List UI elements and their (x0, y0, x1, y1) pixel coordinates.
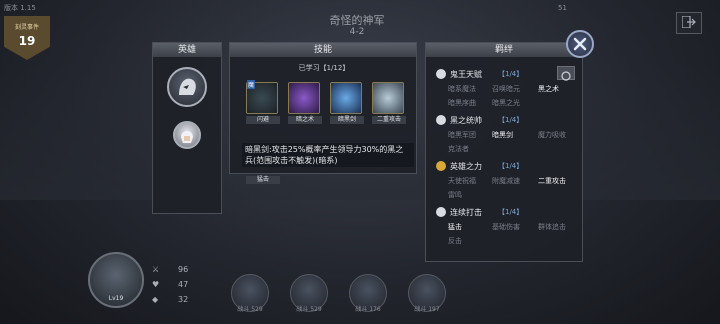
exit-icon (682, 16, 696, 28)
bond-trait: 暗黑之光 (492, 99, 520, 107)
skill-slot-double-attack[interactable]: 二重攻击 (372, 82, 406, 124)
skill-tag: 魔 (247, 80, 256, 89)
team-power: 战斗 529 (237, 306, 263, 313)
bond-trait: 暗黑军团 (448, 131, 476, 139)
bond-icon (436, 69, 446, 79)
team-power: 战斗 529 (296, 306, 322, 313)
bond-icon (436, 115, 446, 125)
dark-knight-portrait (179, 78, 196, 95)
close-button[interactable] (566, 30, 594, 58)
bond-trait: 魔力吸收 (538, 131, 566, 139)
skill-description: 暗黑剑:攻击25%概率产生领导力30%的黑之兵(范围攻击不触发)(暗系) (242, 143, 414, 167)
stage-title: 奇怪的神军 (329, 14, 385, 27)
close-icon (573, 37, 587, 51)
skill-label: 猛击 (246, 176, 280, 184)
dark-book-icon (288, 82, 320, 114)
bond-trait: 召唤暗元 (492, 85, 520, 93)
bond-icon (436, 161, 446, 171)
heart-icon: ♥ (152, 280, 160, 289)
bond-count: 【1/4】 (498, 162, 524, 170)
skill-panel-title: 技能 (230, 43, 416, 57)
bond-trait: 群体追击 (538, 223, 566, 231)
bond-name: 黑之统帅 (450, 116, 482, 125)
bond-count: 【1/4】 (498, 70, 524, 78)
skill-label: 二重攻击 (372, 116, 406, 124)
team-power: 战斗 176 (355, 306, 381, 313)
sword-icon: ⚔ (152, 265, 160, 274)
bond-panel-title: 羁绊 (426, 43, 582, 57)
bond-trait: 附魔减速 (492, 177, 520, 185)
shatter-icon (372, 82, 404, 114)
hero-level: Lv19 (108, 295, 124, 302)
skill-label: 暗黑剑 (330, 116, 364, 124)
skill-slot-dodge[interactable]: 魔 闪避 (246, 80, 280, 124)
skill-label: 暗之术 (288, 116, 322, 124)
refresh-button[interactable] (557, 66, 575, 81)
bond-trait: 二重攻击 (538, 177, 566, 185)
stat-health: ♥ 47 (152, 280, 189, 289)
bond-trait: 天使祝福 (448, 177, 476, 185)
bond-trait: 基础伤害 (492, 223, 520, 231)
hero-panel-title: 英雄 (153, 43, 221, 57)
skill-slot-dark-sword[interactable]: 暗黑剑 (330, 82, 364, 124)
bond-trait: 暗黑剑 (492, 131, 513, 139)
version-text: 版本 1.15 (4, 4, 36, 12)
bond-trait: 克法者 (448, 145, 469, 153)
bond-count: 【1/4】 (498, 116, 524, 124)
event-value: 19 (18, 34, 36, 48)
hero-avatar-main[interactable] (167, 67, 207, 107)
bond-trait: 反击 (448, 237, 462, 245)
hero-avatar-secondary[interactable] (173, 121, 201, 149)
bond-name: 鬼王天赋 (450, 70, 482, 79)
stat-defense: ◆ 32 (152, 295, 189, 304)
stage-number: 4-2 (349, 27, 365, 37)
refresh-icon (561, 71, 571, 81)
bond-trait: 暗黑序曲 (448, 99, 476, 107)
bond-trait: 雷鸣 (448, 191, 462, 199)
bond-icon (436, 207, 446, 217)
bond-trait: 猛击 (448, 223, 462, 231)
skill-slot-dark-art[interactable]: 暗之术 (288, 82, 322, 124)
team-power: 战斗 197 (414, 306, 440, 313)
hero-panel: 英雄 (152, 42, 222, 214)
bond-panel: 羁绊 鬼王天赋 【1/4】 暗系魔法 召唤暗元 黑之术 暗黑序曲 暗黑之光 黑之… (425, 42, 583, 262)
white-hair-hero-portrait (181, 131, 193, 143)
skill-label: 闪避 (246, 116, 280, 124)
bond-name: 英雄之力 (450, 162, 482, 171)
exit-button[interactable] (676, 12, 702, 34)
bond-name: 连续打击 (450, 208, 482, 217)
event-label: 刻灵事件 (14, 24, 39, 31)
dark-orb-icon (330, 82, 362, 114)
bond-count: 【1/4】 (498, 208, 524, 216)
bond-trait: 黑之术 (538, 85, 559, 93)
stat-attack: ⚔ 96 (152, 265, 189, 274)
skills-learned-count: 已学习【1/12】 (298, 64, 350, 72)
coin-count: 51 (558, 4, 567, 12)
bond-trait: 暗系魔法 (448, 85, 476, 93)
shield-icon: ◆ (152, 295, 159, 304)
